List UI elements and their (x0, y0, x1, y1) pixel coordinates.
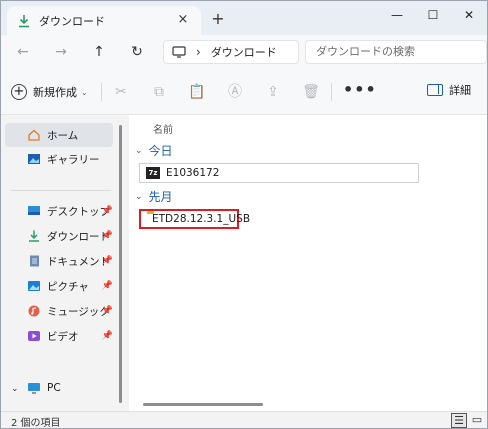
tab-downloads[interactable]: ダウンロード × (7, 6, 201, 35)
new-button-label: 新規作成 (33, 86, 77, 99)
pictures-icon (28, 281, 40, 291)
pin-icon[interactable]: 📌 (102, 331, 113, 341)
up-button[interactable]: ↑ (87, 41, 111, 63)
group-label: 今日 (148, 144, 173, 158)
plus-icon: + (11, 84, 27, 100)
new-tab-button[interactable]: + (209, 10, 227, 28)
nav-label: デスクトップ (47, 205, 110, 218)
breadcrumb-separator: › (196, 45, 201, 59)
status-bar: 2 個の項目 ☰ ▭ (1, 411, 487, 429)
details-view-icon[interactable]: ☰ (451, 413, 467, 428)
nav-label: ホーム (47, 129, 79, 142)
toolbar-divider (101, 83, 102, 101)
nav-label: ダウンロード (47, 230, 110, 243)
group-header-last-month[interactable]: ⌄ 先月 (135, 188, 173, 205)
refresh-button[interactable]: ↻ (125, 41, 149, 63)
nav-item-music[interactable]: ミュージック 📌 (5, 299, 113, 323)
nav-item-home[interactable]: ホーム (5, 123, 113, 147)
nav-item-downloads[interactable]: ダウンロード 📌 (5, 224, 113, 248)
title-bar: ダウンロード × + — ☐ ✕ (1, 1, 487, 35)
chevron-down-icon: ⌄ (135, 191, 143, 202)
nav-label: ギャラリー (47, 153, 100, 166)
nav-item-videos[interactable]: ビデオ 📌 (5, 324, 113, 348)
chevron-down-icon: ⌄ (81, 87, 88, 97)
navigation-pane: ホーム ギャラリー デスクトップ 📌 ダウンロード 📌 ドキュメント 📌 ピクチ… (1, 115, 127, 411)
nav-item-desktop[interactable]: デスクトップ 📌 (5, 199, 113, 223)
maximize-button[interactable]: ☐ (415, 3, 451, 27)
cut-icon[interactable]: ✂ (111, 82, 131, 102)
pin-icon[interactable]: 📌 (102, 231, 113, 241)
command-bar: + 新規作成 ⌄ ✂ ⧉ 📋 Ⓐ ⇪ 🗑 ••• 詳細 (1, 69, 487, 115)
nav-label: PC (47, 382, 61, 394)
item-count: 2 個の項目 (11, 418, 61, 429)
pin-icon[interactable]: 📌 (102, 306, 113, 316)
breadcrumb-downloads[interactable]: ダウンロード (211, 44, 277, 60)
nav-item-pc[interactable]: PC (5, 376, 113, 400)
pin-icon[interactable]: 📌 (102, 281, 113, 291)
nav-divider (11, 190, 111, 191)
group-label: 先月 (148, 190, 173, 204)
more-options-icon[interactable]: ••• (343, 80, 377, 99)
new-button[interactable]: + 新規作成 ⌄ (11, 81, 88, 103)
details-label: 詳細 (449, 84, 471, 97)
pin-icon[interactable]: 📌 (102, 206, 113, 216)
column-header-name[interactable]: 名前 (153, 121, 173, 136)
download-icon (29, 230, 39, 242)
forward-button[interactable]: → (49, 41, 73, 63)
7zip-icon: 7z (146, 167, 160, 179)
home-icon (28, 129, 40, 141)
download-icon (19, 14, 29, 27)
chevron-down-icon: ⌄ (135, 145, 143, 156)
paste-icon[interactable]: 📋 (187, 82, 207, 102)
monitor-icon (172, 46, 186, 58)
group-header-today[interactable]: ⌄ 今日 (135, 142, 173, 159)
details-pane-icon (427, 84, 443, 96)
gallery-icon (28, 154, 40, 164)
share-icon[interactable]: ⇪ (263, 82, 283, 102)
close-button[interactable]: ✕ (451, 3, 487, 27)
nav-label: ビデオ (47, 330, 79, 343)
horizontal-scrollbar[interactable] (143, 403, 263, 406)
details-pane-button[interactable]: 詳細 (427, 82, 471, 98)
tiles-view-icon[interactable]: ▭ (469, 413, 485, 428)
nav-label: ドキュメント (47, 255, 110, 268)
toolbar-divider (331, 83, 332, 101)
rename-icon[interactable]: Ⓐ (225, 82, 245, 102)
desktop-icon (28, 206, 40, 215)
videos-icon (28, 331, 40, 341)
music-icon (28, 305, 40, 317)
nav-item-pictures[interactable]: ピクチャ 📌 (5, 274, 113, 298)
file-name: E1036172 (166, 167, 220, 179)
pc-icon (28, 383, 40, 394)
tab-close-icon[interactable]: × (175, 12, 191, 28)
file-row[interactable]: 7z E1036172 (139, 163, 419, 183)
pin-icon[interactable]: 📌 (102, 256, 113, 266)
file-list: 名前 ⌄ 今日 7z E1036172 ⌄ 先月 ETD28.12.3.1_US… (129, 115, 487, 411)
delete-icon[interactable]: 🗑 (301, 82, 321, 102)
folder-name: ETD28.12.3.1_USB (152, 213, 251, 225)
copy-icon[interactable]: ⧉ (149, 82, 169, 102)
nav-label: ミュージック (47, 305, 110, 318)
minimize-button[interactable]: — (379, 3, 415, 27)
search-input[interactable]: ダウンロードの検索 (305, 40, 487, 64)
nav-label: ピクチャ (47, 280, 89, 293)
nav-item-documents[interactable]: ドキュメント 📌 (5, 249, 113, 273)
address-bar[interactable]: › ダウンロード (163, 40, 299, 64)
address-toolbar: ← → ↑ ↻ › ダウンロード ダウンロードの検索 (1, 35, 487, 69)
nav-scrollbar[interactable] (119, 125, 122, 403)
back-button[interactable]: ← (11, 41, 35, 63)
folder-row[interactable]: ETD28.12.3.1_USB (139, 209, 250, 229)
tab-label: ダウンロード (39, 14, 105, 28)
nav-item-gallery[interactable]: ギャラリー (5, 147, 113, 171)
documents-icon (30, 255, 39, 267)
file-explorer-window: ダウンロード × + — ☐ ✕ ← → ↑ ↻ › ダウンロード ダウンロード… (0, 0, 488, 429)
